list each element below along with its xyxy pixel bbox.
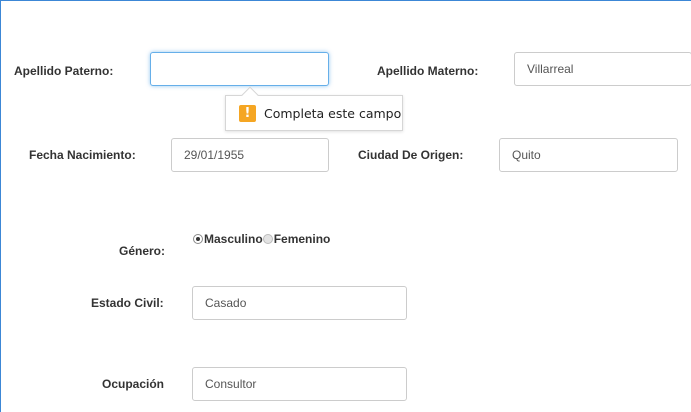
radio-femenino-label[interactable]: Femenino: [274, 232, 331, 246]
apellido-paterno-label: Apellido Paterno:: [14, 64, 114, 78]
apellido-materno-input[interactable]: [514, 52, 691, 86]
estado-civil-label: Estado Civil:: [91, 296, 164, 310]
ciudad-origen-input[interactable]: [499, 138, 678, 172]
radio-masculino[interactable]: [193, 234, 203, 244]
form-panel: Apellido Paterno: Apellido Materno: ! Co…: [0, 0, 691, 412]
estado-civil-input[interactable]: [192, 286, 407, 320]
warning-icon: !: [239, 105, 256, 122]
fecha-nacimiento-label: Fecha Nacimiento:: [29, 148, 136, 162]
validation-tooltip: ! Completa este campo: [225, 86, 403, 131]
radio-femenino[interactable]: [262, 234, 273, 244]
apellido-materno-label: Apellido Materno:: [377, 64, 479, 78]
ocupacion-input[interactable]: [192, 367, 407, 401]
tooltip-arrow: [241, 86, 259, 104]
ciudad-origen-label: Ciudad De Origen:: [358, 148, 464, 162]
fecha-nacimiento-input[interactable]: [171, 138, 329, 172]
validation-message: Completa este campo: [264, 106, 402, 121]
ocupacion-label: Ocupación: [102, 377, 165, 391]
genero-radio-group: Masculino Femenino: [193, 231, 330, 247]
radio-masculino-label[interactable]: Masculino: [204, 232, 263, 246]
apellido-paterno-input[interactable]: [150, 52, 329, 86]
genero-label: Género:: [119, 244, 166, 258]
